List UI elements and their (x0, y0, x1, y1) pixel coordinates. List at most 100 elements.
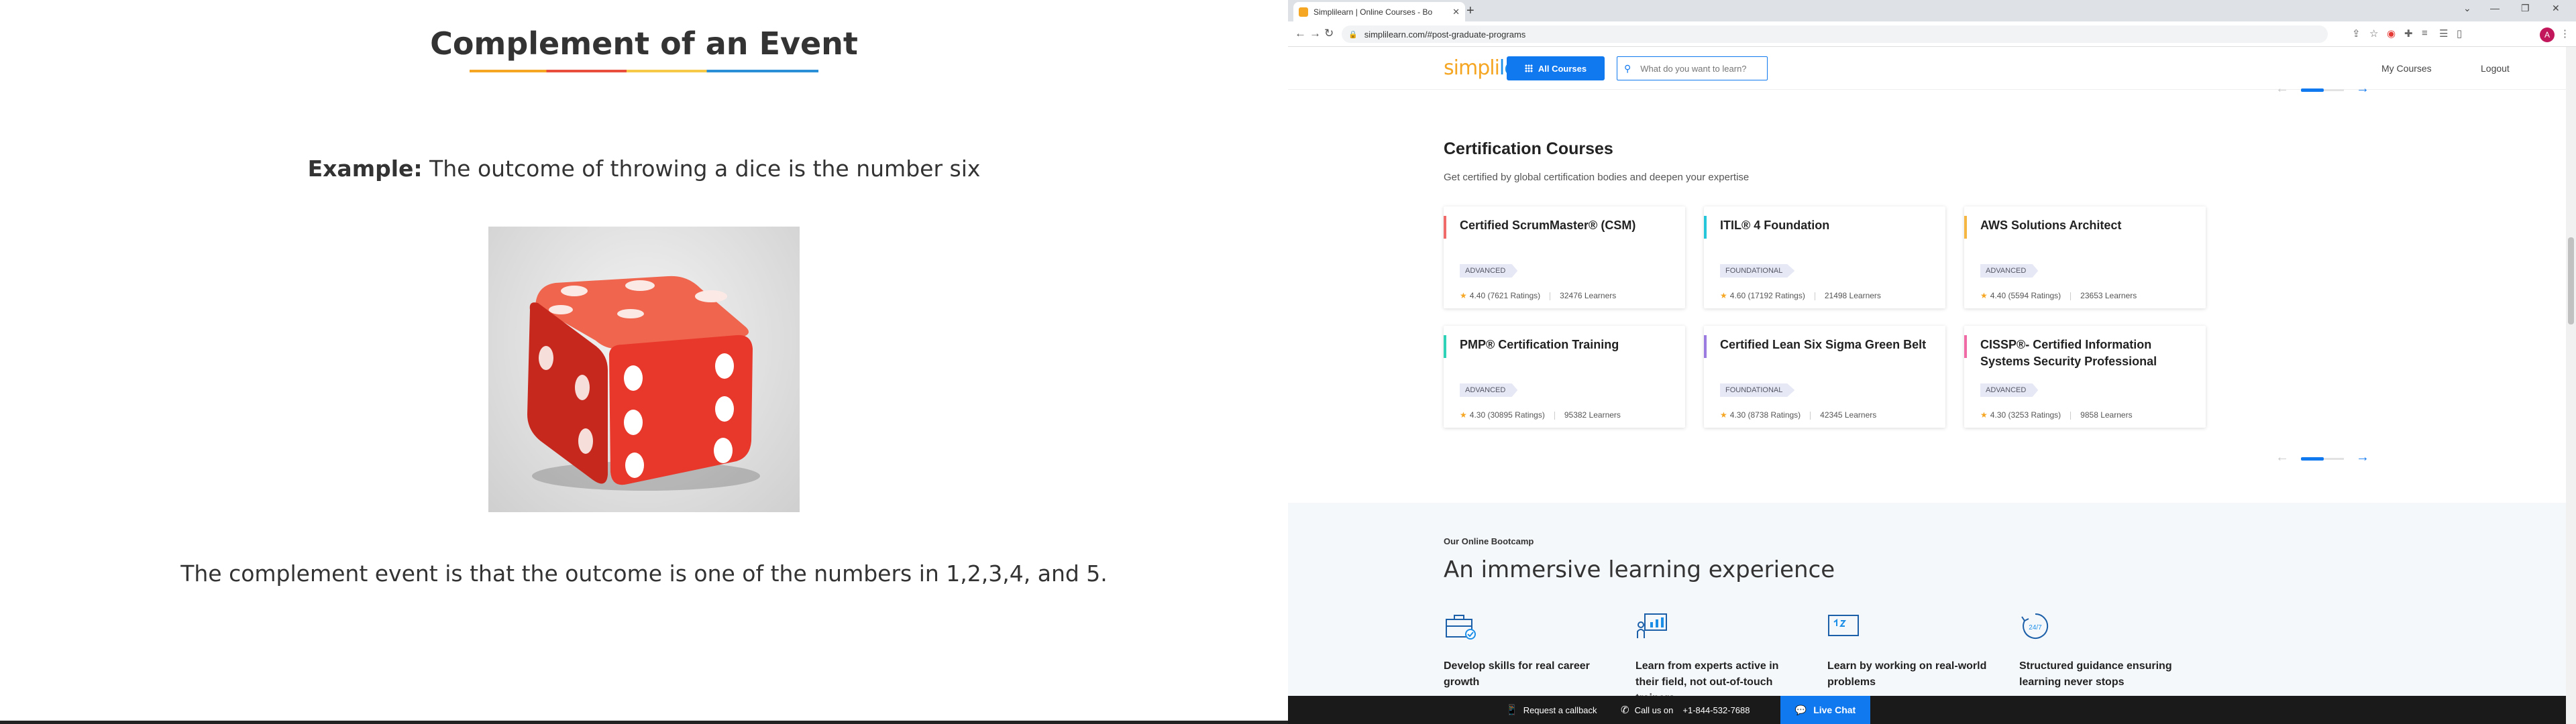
feature-item: 24/7 Structured guidance ensuring learni… (2019, 611, 2187, 690)
feature-item: Learn by working on real-world problems (1827, 611, 1995, 690)
carousel-thumb (2301, 88, 2324, 92)
meta-divider (1554, 411, 1555, 420)
callback-label: Request a callback (1523, 705, 1597, 715)
example-line: Example: The outcome of throwing a dice … (0, 156, 1288, 182)
carousel-next-icon[interactable]: → (2356, 450, 2369, 465)
card-meta: ★ 4.60 (17192 Ratings) 21498 Learners (1720, 291, 1881, 300)
level-badge: ADVANCED (1460, 264, 1518, 278)
web-page: simplilearn All Courses ⚲ My Courses Log… (1288, 47, 2576, 724)
card-accent (1964, 335, 1967, 358)
phone-number: +1-844-532-7688 (1682, 705, 1750, 715)
logo-part-simpli: simpli (1444, 56, 1500, 80)
course-card[interactable]: PMP® Certification Training ADVANCED ★ 4.… (1444, 326, 1685, 428)
course-card[interactable]: Certified ScrumMaster® (CSM) ADVANCED ★ 4… (1444, 206, 1685, 308)
call-us[interactable]: ✆ Call us on +1-844-532-7688 (1621, 696, 1750, 724)
search-input[interactable] (1640, 63, 1762, 74)
card-accent (1444, 335, 1446, 358)
carousel-thumb (2301, 457, 2324, 461)
close-tab-icon[interactable]: ✕ (1452, 7, 1460, 17)
carousel-prev-icon[interactable]: ← (2275, 81, 2289, 97)
course-card[interactable]: AWS Solutions Architect ADVANCED ★ 4.40 (… (1964, 206, 2206, 308)
card-accent (1704, 335, 1707, 358)
live-chat-button[interactable]: 💬 Live Chat (1780, 696, 1870, 724)
course-card[interactable]: CISSP®- Certified Information Systems Se… (1964, 326, 2206, 428)
carousel-prev-icon[interactable]: ← (2275, 450, 2289, 465)
address-bar[interactable]: 🔒 simplilearn.com/#post-graduate-program… (1342, 25, 2328, 43)
call-label: Call us on (1634, 705, 1674, 715)
example-text: The outcome of throwing a dice is the nu… (422, 156, 981, 182)
dice-image (488, 227, 800, 512)
share-icon[interactable]: ⇪ (2352, 27, 2361, 40)
restore-icon[interactable]: ❐ (2521, 3, 2530, 14)
profile-avatar[interactable]: A (2540, 27, 2555, 42)
url-text: simplilearn.com/#post-graduate-programs (1364, 29, 1526, 40)
dice-icon (527, 276, 760, 491)
card-learners: 23653 Learners (2080, 291, 2137, 300)
card-meta: ★ 4.40 (5594 Ratings) 23653 Learners (1980, 291, 2137, 300)
reading-list-icon[interactable]: ☰ (2439, 27, 2448, 40)
browser-menu-icon[interactable]: ⋮ (2560, 27, 2570, 40)
card-learners: 95382 Learners (1564, 410, 1621, 420)
feature-text: Develop skills for real career growth (1444, 660, 1590, 688)
forward-icon[interactable]: → (1309, 27, 1321, 40)
screen: Complement of an Event Example: The outc… (0, 0, 2576, 724)
card-learners: 32476 Learners (1560, 291, 1617, 300)
all-courses-button[interactable]: All Courses (1507, 56, 1605, 80)
lock-icon: 🔒 (1348, 30, 1358, 39)
site-header: simplilearn All Courses ⚲ My Courses Log… (1288, 47, 2566, 90)
course-card[interactable]: Certified Lean Six Sigma Green Belt FOUN… (1704, 326, 1945, 428)
window-close-icon[interactable]: ✕ (2552, 3, 2560, 14)
reload-icon[interactable]: ↻ (1324, 27, 1334, 40)
live-chat-label: Live Chat (1813, 705, 1856, 715)
bookmark-star-icon[interactable]: ☆ (2369, 27, 2378, 40)
presentation-icon (1637, 613, 1667, 638)
card-title: Certified ScrumMaster® (CSM) (1460, 219, 1636, 232)
card-rating: 4.60 (17192 Ratings) (1729, 291, 1805, 300)
card-title: Certified Lean Six Sigma Green Belt (1720, 338, 1927, 351)
course-card[interactable]: ITIL® 4 Foundation FOUNDATIONAL ★ 4.60 (1… (1704, 206, 1945, 308)
carousel-next-icon[interactable]: → (2356, 81, 2369, 97)
presentation-slide: Complement of an Event Example: The outc… (0, 0, 1288, 724)
new-tab-button[interactable]: + (1466, 3, 1474, 18)
page-scrollbar[interactable] (2566, 47, 2576, 724)
title-underline (470, 70, 818, 72)
search-icon: ⚲ (1624, 62, 1631, 74)
complement-text: The complement event is that the outcome… (180, 560, 1108, 587)
level-badge: ADVANCED (1460, 383, 1518, 397)
card-accent (1704, 216, 1707, 239)
tab-title: Simplilearn | Online Courses - Bo (1313, 7, 1433, 17)
card-accent (1964, 216, 1967, 239)
phone-icon: ✆ (1621, 705, 1629, 716)
back-icon[interactable]: ← (1295, 27, 1306, 40)
card-meta: ★ 4.40 (7621 Ratings) 32476 Learners (1460, 291, 1616, 300)
tab-search-icon[interactable]: ⌄ (2463, 3, 2471, 14)
slide-bottom-border (0, 721, 1288, 724)
course-search[interactable]: ⚲ (1617, 56, 1768, 80)
support-badge-text: 24/7 (2029, 624, 2042, 631)
feature-item: Learn from experts active in their field… (1635, 611, 1803, 707)
card-rating: 4.40 (5594 Ratings) (1990, 291, 2061, 300)
minimize-icon[interactable]: — (2490, 3, 2500, 13)
star-icon: ★ (1720, 410, 1727, 420)
briefcase-icon (1446, 615, 1476, 640)
feature-item: Develop skills for real career growth (1444, 611, 1611, 690)
media-control-icon[interactable]: ≡ (2422, 27, 2428, 39)
card-learners: 42345 Learners (1820, 410, 1877, 420)
meta-divider (2070, 411, 2072, 420)
side-panel-icon[interactable]: ▯ (2457, 27, 2462, 40)
extensions-puzzle-icon[interactable]: ✚ (2404, 27, 2413, 40)
logout-link[interactable]: Logout (2481, 63, 2510, 74)
card-title: PMP® Certification Training (1460, 338, 1619, 351)
meta-divider (1810, 411, 1811, 420)
request-callback[interactable]: 📱 Request a callback (1505, 696, 1597, 724)
card-title: ITIL® 4 Foundation (1720, 219, 1830, 232)
card-rating: 4.30 (8738 Ratings) (1729, 410, 1801, 420)
extension-red-icon[interactable]: ◉ (2387, 27, 2396, 40)
scrollbar-thumb[interactable] (2568, 237, 2574, 324)
browser-tab[interactable]: Simplilearn | Online Courses - Bo ✕ (1293, 2, 1465, 21)
example-label: Example: (307, 156, 423, 182)
my-courses-link[interactable]: My Courses (2381, 63, 2432, 74)
bottom-contact-bar: 📱 Request a callback ✆ Call us on +1-844… (1288, 696, 2566, 724)
level-badge: FOUNDATIONAL (1720, 264, 1795, 278)
bootcamp-title: An immersive learning experience (1444, 556, 1835, 583)
